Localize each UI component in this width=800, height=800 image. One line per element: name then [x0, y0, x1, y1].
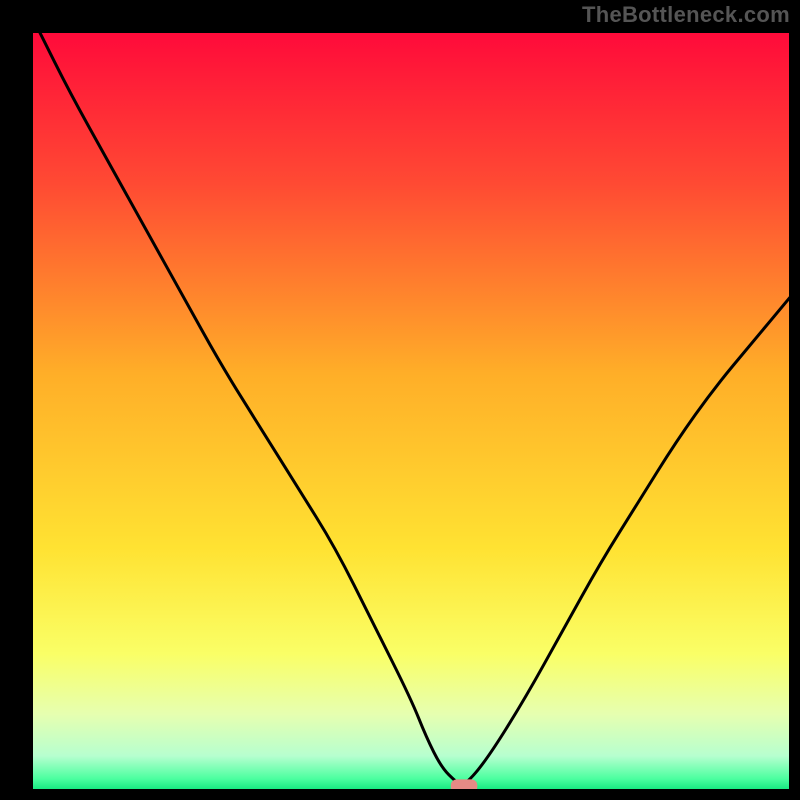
chart-gradient-background — [32, 32, 790, 790]
watermark: TheBottleneck.com — [582, 2, 790, 28]
bottleneck-chart — [0, 0, 800, 800]
